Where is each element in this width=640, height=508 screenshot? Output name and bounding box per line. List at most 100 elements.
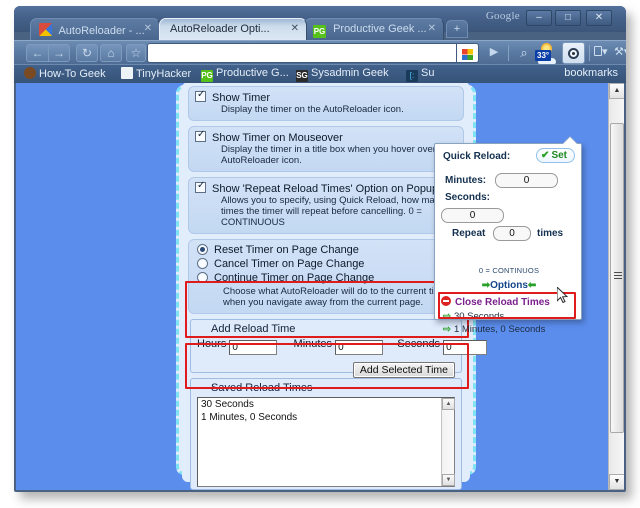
option-label: Show Timer on Mouseover: [212, 132, 343, 144]
page-change-behavior-group: Reset Timer on Page Change Cancel Timer …: [188, 239, 464, 314]
arrow-right-icon: ➡: [481, 280, 491, 291]
autoreloader-icon: [568, 48, 579, 59]
bookmark-productive-geek[interactable]: PG Productive G...: [201, 67, 289, 82]
cancel-timer-radio[interactable]: [197, 258, 208, 269]
option-description: Allows you to specify, using Quick Reloa…: [221, 195, 445, 228]
tab-label: AutoReloader - ...: [58, 25, 145, 37]
continue-timer-radio[interactable]: [197, 272, 208, 283]
show-timer-mouseover-checkbox[interactable]: [195, 129, 206, 142]
bookmark-label: Su: [421, 67, 435, 79]
popup-repeat-label: Repeat: [452, 228, 486, 239]
page-viewport: Show Timer Display the timer on the Auto…: [16, 83, 624, 490]
go-icon[interactable]: ▶: [484, 44, 504, 62]
popup-reload-time-label: 1 Minutes, 0 Seconds: [453, 324, 546, 335]
set-button-label: Set: [551, 150, 567, 161]
popup-seconds-input[interactable]: 0: [441, 208, 504, 223]
listbox-scroll-up-icon[interactable]: ▲: [442, 398, 455, 410]
arrow-left-icon: ⬅: [527, 280, 537, 291]
option-show-repeat-reload-times[interactable]: Show 'Repeat Reload Times' Option on Pop…: [188, 177, 464, 234]
list-item[interactable]: 30 Seconds: [198, 398, 454, 411]
add-selected-time-button[interactable]: Add Selected Time: [352, 362, 455, 378]
scroll-down-icon[interactable]: ▼: [609, 474, 624, 490]
back-icon[interactable]: ←: [26, 44, 48, 62]
home-icon[interactable]: ⌂: [100, 44, 122, 62]
scroll-up-icon[interactable]: ▲: [609, 83, 624, 99]
browser-window: Google – □ ✕ AutoReloader - ... ✕ AutoRe…: [14, 6, 626, 492]
bookmarks-overflow-label[interactable]: bookmarks: [564, 67, 618, 79]
show-repeat-reload-checkbox[interactable]: [195, 180, 206, 193]
list-item[interactable]: 1 Minutes, 0 Seconds: [198, 411, 454, 424]
tab-label: Productive Geek ...: [333, 23, 427, 35]
page-scrollbar[interactable]: ▲ ▼: [608, 83, 624, 490]
address-bar-extension-slot[interactable]: [457, 43, 479, 63]
tab-close-icon[interactable]: ✕: [144, 23, 152, 34]
toolbar-divider: [508, 45, 509, 61]
arrow-right-icon: ⇨: [443, 311, 451, 322]
option-show-timer-on-mouseover[interactable]: Show Timer on Mouseover Display the time…: [188, 126, 464, 172]
search-icon[interactable]: ⌕: [514, 44, 534, 62]
pg-favicon-icon: PG: [313, 25, 326, 38]
radio-reset-timer[interactable]: Reset Timer on Page Change: [197, 244, 457, 256]
popup-continuous-note: 0 = CONTINUOS: [478, 266, 540, 275]
hours-input[interactable]: 0: [229, 340, 278, 355]
autoreloader-extension-button[interactable]: [562, 42, 585, 64]
scrollbar-grip-icon: [614, 272, 622, 279]
popup-arrow: [563, 137, 577, 144]
radio-continue-timer[interactable]: Continue Timer on Page Change: [197, 272, 457, 284]
tab-close-icon[interactable]: ✕: [291, 23, 299, 34]
listbox-scroll-down-icon[interactable]: ▼: [442, 474, 455, 486]
bookmark-star-icon[interactable]: ☆: [126, 44, 146, 62]
show-timer-checkbox[interactable]: [195, 89, 206, 102]
seconds-input[interactable]: 0: [443, 340, 488, 355]
tab-autoreloader-site[interactable]: AutoReloader - ... ✕: [30, 18, 160, 40]
radio-label: Continue Timer on Page Change: [214, 272, 375, 284]
option-description: Display the timer on the AutoReloader ic…: [221, 104, 404, 115]
popup-seconds-label: Seconds:: [445, 192, 491, 203]
bookmark-label: Sysadmin Geek: [311, 67, 389, 79]
tinyhacker-favicon-icon: [121, 67, 133, 79]
add-reload-time-fieldset: Add Reload Time Hours 0 Minutes 0 Second…: [190, 319, 488, 378]
weather-extension-icon[interactable]: 33°: [535, 43, 559, 64]
seconds-label: Seconds: [397, 338, 441, 350]
navigation-toolbar: ← → ↻ ⌂ ☆ ▶ ⌕ 33° ▾ ⚒: [14, 40, 626, 64]
wrench-menu-icon[interactable]: ⚒▾: [614, 45, 626, 58]
toolbar-divider: [589, 45, 590, 61]
options-inner: Show Timer Display the timer on the Auto…: [182, 83, 488, 490]
weather-temperature-badge: 33°: [535, 50, 552, 61]
popup-repeat-input[interactable]: 0: [493, 226, 531, 241]
tab-productive-geek[interactable]: PG Productive Geek ... ✕: [304, 18, 444, 40]
saved-reload-times-fieldset: Saved Reload Times 30 Seconds 1 Minutes,…: [190, 378, 462, 490]
popup-minutes-label: Minutes:: [445, 175, 487, 186]
option-show-timer[interactable]: Show Timer Display the timer on the Auto…: [188, 86, 464, 121]
saved-reload-times-listbox[interactable]: 30 Seconds 1 Minutes, 0 Seconds ▲ ▼: [197, 397, 455, 487]
listbox-scrollbar[interactable]: ▲ ▼: [441, 398, 455, 486]
popup-reload-time-item[interactable]: ⇨ 1 Minutes, 0 Seconds: [443, 324, 577, 335]
bookmark-tinyhacker[interactable]: TinyHacker: [121, 67, 191, 82]
set-button[interactable]: ✔ Set: [536, 148, 575, 163]
sysadmin-favicon-icon: SG: [296, 70, 308, 82]
tab-autoreloader-options[interactable]: AutoReloader Opti... ✕: [159, 18, 307, 40]
bookmark-su[interactable]: [: Su: [406, 67, 434, 82]
radio-cancel-timer[interactable]: Cancel Timer on Page Change: [197, 258, 457, 270]
radio-label: Reset Timer on Page Change: [214, 244, 359, 256]
color-squares-icon[interactable]: [462, 49, 473, 60]
tab-close-icon[interactable]: ✕: [428, 23, 436, 34]
pg-favicon-icon: PG: [201, 70, 213, 82]
popup-reload-time-label: 30 Seconds: [453, 311, 505, 322]
page-menu-icon[interactable]: ▾: [594, 45, 608, 58]
new-tab-button[interactable]: +: [446, 20, 468, 38]
popup-reload-time-item[interactable]: ⇨ 30 Seconds: [443, 311, 577, 322]
hours-label: Hours: [197, 338, 227, 350]
popup-minutes-input[interactable]: 0: [495, 173, 558, 188]
minutes-input[interactable]: 0: [335, 340, 384, 355]
bookmark-sysadmin-geek[interactable]: SG Sysadmin Geek: [296, 67, 389, 82]
wrench-menu-caret: ▾: [624, 46, 626, 58]
reset-timer-radio[interactable]: [197, 244, 208, 255]
address-bar[interactable]: [147, 43, 457, 63]
reload-icon[interactable]: ↻: [76, 44, 98, 62]
forward-icon[interactable]: →: [48, 44, 70, 62]
saved-reload-times-legend: Saved Reload Times: [211, 382, 313, 394]
bookmark-how-to-geek[interactable]: How-To Geek: [24, 67, 106, 82]
scrollbar-thumb[interactable]: [610, 123, 624, 433]
tab-strip: AutoReloader - ... ✕ AutoReloader Opti..…: [14, 18, 626, 40]
